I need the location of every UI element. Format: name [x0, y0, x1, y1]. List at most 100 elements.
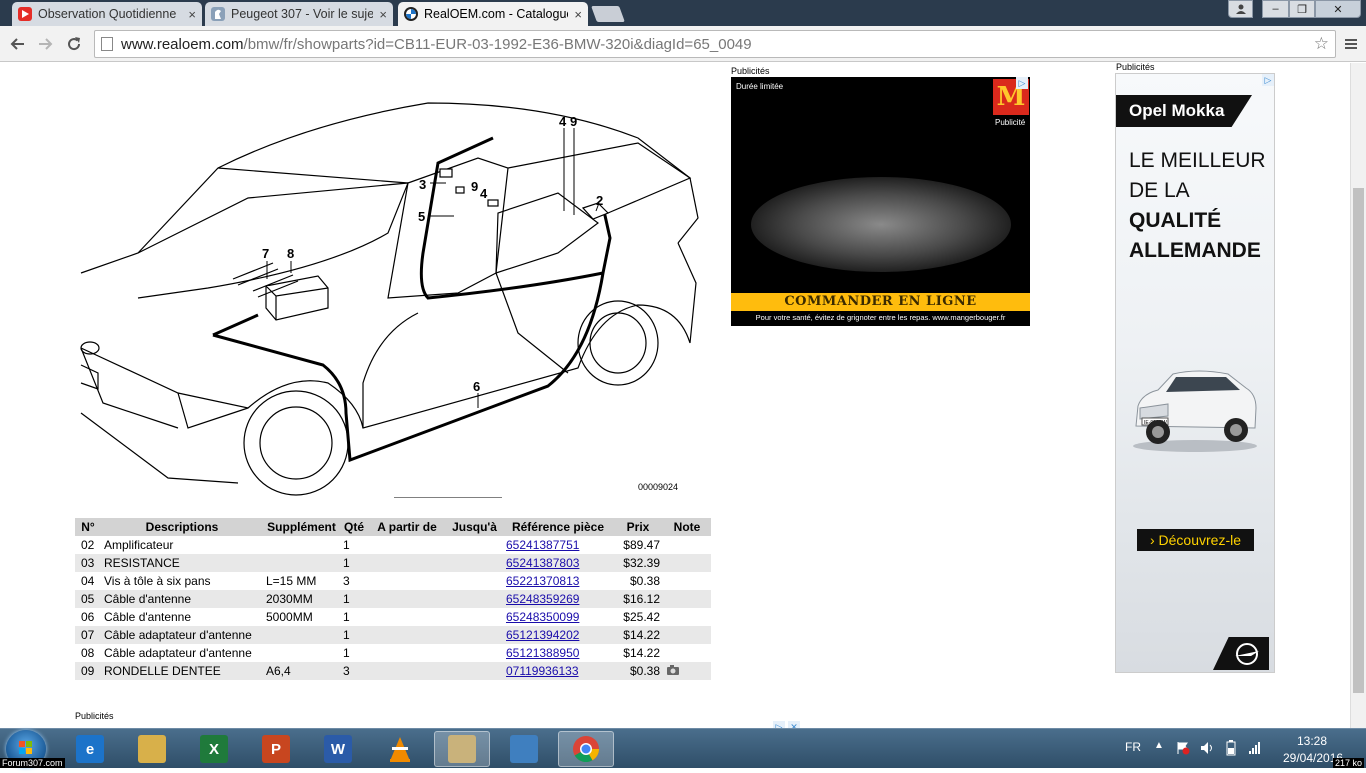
col-to: Jusqu'à	[446, 518, 503, 536]
network-signal-icon[interactable]	[1248, 741, 1262, 755]
part-price-cell: $25.42	[613, 608, 663, 626]
discover-button[interactable]: › Découvrez-le	[1137, 529, 1254, 551]
word-icon: W	[324, 735, 352, 763]
menu-button[interactable]	[1340, 33, 1362, 55]
ad-health-notice: Pour votre santé, évitez de grignoter en…	[755, 313, 1006, 322]
ad-spotlight	[751, 177, 1011, 272]
col-part-ref: Référence pièce	[503, 518, 613, 536]
discover-label: Découvrez-le	[1158, 532, 1242, 548]
language-indicator[interactable]: FR	[1125, 740, 1141, 754]
part-ref-link[interactable]: 65241387803	[506, 556, 579, 570]
profile-button[interactable]	[1228, 0, 1253, 18]
bookmark-star-icon[interactable]: ☆	[1314, 34, 1329, 54]
part-supplement-cell: A6,4	[263, 662, 340, 680]
taskbar-word[interactable]: W	[310, 731, 366, 767]
volume-icon[interactable]	[1200, 741, 1216, 755]
part-note-cell	[663, 626, 711, 644]
part-qty-cell: 1	[340, 644, 368, 662]
callout-5: 5	[418, 209, 425, 224]
part-number-cell: 03	[75, 554, 101, 572]
taskbar-powerpoint[interactable]: P	[248, 731, 304, 767]
tab-youtube[interactable]: Observation Quotidienne ×	[12, 2, 202, 26]
tab-peugeot[interactable]: Peugeot 307 - Voir le suje ×	[205, 2, 393, 26]
part-to-cell	[446, 554, 503, 572]
part-qty-cell: 1	[340, 626, 368, 644]
camera-icon[interactable]	[666, 665, 680, 675]
part-to-cell	[446, 626, 503, 644]
callout-7: 7	[262, 246, 269, 261]
chrome-icon	[572, 735, 600, 763]
address-bar[interactable]: www.realoem.com/bmw/fr/showparts?id=CB11…	[94, 30, 1336, 58]
callout-9: 9	[471, 179, 478, 194]
taskbar-vlc[interactable]	[372, 731, 428, 767]
order-online-button[interactable]: COMMANDER EN LIGNE	[731, 293, 1030, 311]
tray-expand-icon[interactable]: ▲	[1154, 740, 1164, 751]
part-supplement-cell	[263, 644, 340, 662]
col-from: A partir de	[368, 518, 446, 536]
tab-realoem[interactable]: RealOEM.com - Catalogue ×	[398, 2, 588, 26]
callout-8: 8	[287, 246, 294, 261]
table-row: 05 Câble d'antenne 2030MM 1 65248359269 $16.1…	[75, 590, 711, 608]
part-price-cell: $89.47	[613, 536, 663, 554]
part-number-cell: 02	[75, 536, 101, 554]
clock-time[interactable]: 13:28	[1297, 734, 1327, 748]
part-ref-link[interactable]: 65221370813	[506, 574, 579, 588]
taskbar-chrome[interactable]	[558, 731, 614, 767]
powerpoint-glyph: P	[270, 740, 281, 758]
part-from-cell	[368, 554, 446, 572]
part-ref-link[interactable]: 65121394202	[506, 628, 579, 642]
part-supplement-cell: 5000MM	[263, 608, 340, 626]
forward-arrow-icon	[39, 38, 53, 50]
tab-close-icon[interactable]: ×	[188, 7, 196, 22]
reload-button[interactable]	[63, 33, 85, 55]
back-arrow-icon	[10, 38, 24, 50]
page-icon	[101, 37, 113, 51]
part-description-cell: Câble adaptateur d'antenne	[101, 644, 263, 662]
reload-icon	[68, 37, 81, 51]
ad-close-icon[interactable]: ✕	[788, 721, 800, 728]
taskbar-file-explorer[interactable]	[124, 731, 180, 767]
vertical-scrollbar[interactable]	[1350, 63, 1366, 728]
suv-car-image: IE-999EW	[1133, 370, 1257, 452]
vlc-icon	[386, 735, 414, 763]
taskbar-internet-explorer[interactable]: e	[62, 731, 118, 767]
taskbar-explorer-window[interactable]	[434, 731, 490, 767]
part-ref-link[interactable]: 65121388950	[506, 646, 579, 660]
part-ref-link[interactable]: 65241387751	[506, 538, 579, 552]
adchoices-icon[interactable]: ▷	[773, 721, 785, 728]
part-ref-cell: 65121388950	[503, 644, 613, 662]
col-price: Prix	[613, 518, 663, 536]
taskbar-excel[interactable]: X	[186, 731, 242, 767]
forward-button[interactable]	[35, 33, 57, 55]
bmw-icon	[404, 7, 418, 21]
part-ref-cell: 65121394202	[503, 626, 613, 644]
maximize-button[interactable]: ❐	[1289, 0, 1315, 18]
close-icon: ✕	[1333, 3, 1343, 16]
minimize-icon: –	[1272, 3, 1279, 15]
callout-4b: 4	[559, 114, 567, 129]
tab-close-icon[interactable]: ×	[379, 7, 387, 22]
mcdonalds-ad[interactable]: Durée limitée M ▷ Publicité COMMANDER EN…	[731, 77, 1030, 326]
action-center-flag-icon[interactable]	[1176, 741, 1190, 755]
part-description-cell: Amplificateur	[101, 536, 263, 554]
new-tab-button[interactable]	[591, 6, 625, 22]
adchoices-icon[interactable]: ▷	[1262, 74, 1274, 86]
col-description: Descriptions	[101, 518, 263, 536]
adchoices-icon[interactable]: ▷	[1016, 77, 1028, 89]
scrollbar-thumb[interactable]	[1353, 188, 1364, 693]
tab-close-icon[interactable]: ×	[574, 7, 582, 22]
back-button[interactable]	[6, 33, 28, 55]
url-path: /bmw/fr/showparts?id=CB11-EUR-03-1992-E3…	[243, 35, 752, 53]
minimize-button[interactable]: –	[1262, 0, 1289, 18]
opel-ad[interactable]: ▷ Opel Mokka LE MEILLEUR DE LA QUALITÉ A…	[1115, 73, 1275, 673]
network-app-icon	[510, 735, 538, 763]
battery-icon[interactable]	[1224, 740, 1238, 756]
part-ref-link[interactable]: 65248359269	[506, 592, 579, 606]
part-ref-link[interactable]: 65248350099	[506, 610, 579, 624]
close-window-button[interactable]: ✕	[1315, 0, 1361, 18]
page-viewport: 3 9 4 5 4 9 2 7 8 6 1 00009024 N° Descri…	[0, 63, 1350, 728]
col-note: Note	[663, 518, 711, 536]
part-supplement-cell: 2030MM	[263, 590, 340, 608]
taskbar-network-app[interactable]	[496, 731, 552, 767]
part-ref-link[interactable]: 07119936133	[506, 664, 579, 678]
